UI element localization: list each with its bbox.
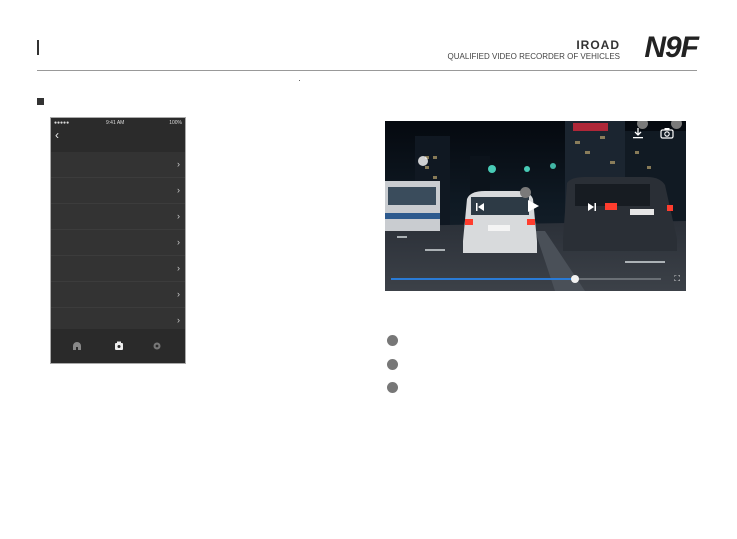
settings-icon[interactable] bbox=[152, 341, 162, 351]
header-divider bbox=[37, 70, 697, 71]
chevron-right-icon: › bbox=[177, 211, 180, 221]
signal-indicator: ●●●●● bbox=[54, 120, 70, 126]
brand-model-logo: N9F bbox=[644, 31, 699, 64]
phone-list: › › › › › › › bbox=[51, 152, 185, 334]
battery-indicator: 100% bbox=[169, 120, 182, 126]
home-icon[interactable] bbox=[72, 341, 82, 351]
list-bullet bbox=[387, 335, 398, 346]
chevron-right-icon: › bbox=[177, 185, 180, 195]
list-item[interactable]: › bbox=[51, 256, 185, 282]
progress-bar[interactable] bbox=[391, 275, 661, 283]
callout-marker bbox=[520, 187, 531, 198]
fullscreen-icon[interactable]: ⛶ bbox=[674, 274, 680, 284]
list-item[interactable]: › bbox=[51, 152, 185, 178]
play-icon[interactable] bbox=[526, 199, 540, 213]
previous-icon[interactable] bbox=[475, 202, 485, 212]
status-bar: ●●●●● 9:41 AM 100% bbox=[51, 118, 185, 128]
chevron-right-icon: › bbox=[177, 315, 180, 325]
status-time: 9:41 AM bbox=[106, 120, 125, 126]
chevron-right-icon: › bbox=[177, 263, 180, 273]
chevron-right-icon: › bbox=[177, 237, 180, 247]
divider-dot bbox=[299, 80, 300, 81]
list-item[interactable]: › bbox=[51, 230, 185, 256]
header-accent-bar bbox=[37, 40, 39, 55]
list-bullet bbox=[387, 359, 398, 370]
tab-bar bbox=[51, 329, 185, 363]
progress-fill bbox=[391, 278, 575, 280]
next-icon[interactable] bbox=[587, 202, 597, 212]
section-marker-icon bbox=[37, 98, 44, 105]
list-item[interactable]: › bbox=[51, 204, 185, 230]
back-chevron-icon[interactable]: ‹ bbox=[55, 129, 59, 141]
chevron-right-icon: › bbox=[177, 289, 180, 299]
progress-handle[interactable] bbox=[570, 275, 579, 283]
video-player: ⛶ bbox=[385, 121, 686, 291]
camera-switch-icon[interactable] bbox=[660, 127, 674, 139]
phone-screenshot: ●●●●● 9:41 AM 100% ‹ › › › › › › › bbox=[50, 117, 186, 364]
brand-tagline: QUALIFIED VIDEO RECORDER OF VEHICLES bbox=[447, 52, 620, 61]
brand-name: IROAD bbox=[576, 38, 620, 52]
chevron-right-icon: › bbox=[177, 159, 180, 169]
list-bullet bbox=[387, 382, 398, 393]
list-item[interactable]: › bbox=[51, 178, 185, 204]
recordings-icon[interactable] bbox=[114, 341, 124, 351]
list-item[interactable]: › bbox=[51, 282, 185, 308]
